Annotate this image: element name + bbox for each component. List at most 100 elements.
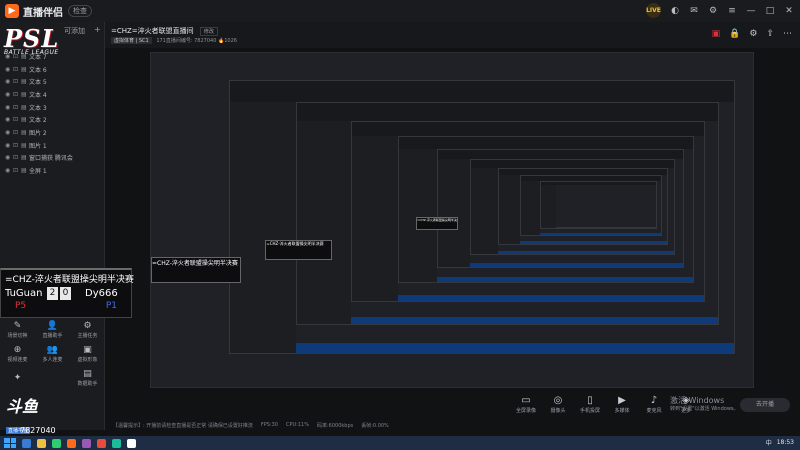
room-title-text: =CHZ=淬火者联盟直播间 bbox=[111, 27, 194, 35]
tool-button[interactable]: ⊕ 视频连麦 bbox=[0, 342, 35, 366]
close-icon[interactable]: ✕ bbox=[784, 6, 794, 16]
app-window: ▶ 直播伴侣 检查 LIVE ◐ ✉ ⚙ ≡ — □ ✕ PSL BATTLE … bbox=[0, 0, 800, 450]
lock-icon[interactable]: 🔒 bbox=[729, 29, 740, 39]
tool-button[interactable]: 👤 直播助手 bbox=[35, 318, 70, 342]
unlock-icon[interactable]: ⊡ bbox=[13, 91, 21, 98]
control-button[interactable]: ♪ 麦克风 bbox=[643, 395, 665, 414]
taskbar-app-icon[interactable] bbox=[22, 438, 31, 448]
unlock-icon[interactable]: ⊡ bbox=[13, 142, 21, 149]
taskbar-app-icon[interactable] bbox=[37, 438, 46, 448]
eye-icon[interactable]: ◉ bbox=[5, 129, 13, 136]
add-source-button[interactable]: + bbox=[94, 25, 101, 34]
taskbar-apps bbox=[22, 438, 136, 448]
nested-head bbox=[540, 181, 656, 186]
nested-blue bbox=[539, 233, 662, 236]
skin-icon[interactable]: ◐ bbox=[670, 6, 680, 16]
eye-icon[interactable]: ◉ bbox=[5, 53, 13, 60]
tool-button[interactable]: ✦ bbox=[0, 366, 35, 390]
unlock-icon[interactable]: ⊡ bbox=[13, 154, 21, 161]
eye-icon[interactable]: ◉ bbox=[5, 78, 13, 85]
eye-icon[interactable]: ◉ bbox=[5, 66, 13, 73]
taskbar-app-icon[interactable] bbox=[67, 438, 76, 448]
room-id: 7827040 bbox=[20, 426, 56, 435]
layer-item[interactable]: ◉ ⊡ ▤ 窗口捕获 腾讯会 bbox=[0, 152, 105, 165]
layer-type-icon: ▤ bbox=[21, 103, 27, 111]
status-item: 【温馨提示】: 开播前请检查直播是否正常 请确保已设置好推流 bbox=[113, 422, 253, 429]
tool-button[interactable]: ✎ 场景切换 bbox=[0, 318, 35, 342]
unlock-icon[interactable]: ⊡ bbox=[13, 104, 21, 111]
layer-item[interactable]: ◉ ⊡ ▤ 文本 2 bbox=[0, 113, 105, 126]
layer-item[interactable]: ◉ ⊡ ▤ 全屏 1 bbox=[0, 164, 105, 177]
control-button[interactable]: ▯ 手机投屏 bbox=[579, 395, 601, 414]
nested-preview-frame bbox=[539, 180, 657, 230]
windows-start-icon[interactable] bbox=[4, 438, 16, 448]
taskbar-app-icon[interactable] bbox=[52, 438, 61, 448]
version-pill[interactable]: 检查 bbox=[68, 5, 92, 17]
eye-icon[interactable]: ◉ bbox=[5, 116, 13, 123]
windows-activation-watermark: 激活 Windows 转到"设置"以激活 Windows。 bbox=[670, 396, 739, 414]
settings-icon[interactable]: ⚙ bbox=[749, 29, 757, 39]
control-button[interactable]: ▭ 全屏录像 bbox=[515, 395, 537, 414]
taskbar-app-icon[interactable] bbox=[82, 438, 91, 448]
edit-title-button[interactable]: 修改 bbox=[199, 27, 218, 36]
layer-label: 文本 3 bbox=[29, 104, 47, 112]
unlock-icon[interactable]: ⊡ bbox=[13, 53, 21, 60]
room-meta: 虚拟体育 | SC1 171直播间编号: 7827040 🔥1026 bbox=[111, 37, 237, 44]
title-bar: ▶ 直播伴侣 检查 LIVE ◐ ✉ ⚙ ≡ — □ ✕ bbox=[0, 0, 800, 22]
layer-type-icon: ▤ bbox=[21, 141, 27, 149]
unlock-icon[interactable]: ⊡ bbox=[13, 66, 21, 73]
unlock-icon[interactable]: ⊡ bbox=[13, 78, 21, 85]
control-button[interactable]: ▶ 多媒体 bbox=[611, 395, 633, 414]
nested-preview-frame bbox=[437, 149, 684, 268]
layer-item[interactable]: ◉ ⊡ ▤ 文本 5 bbox=[0, 75, 105, 88]
tool-button[interactable]: ▣ 虚拟形象 bbox=[70, 342, 105, 366]
layer-item[interactable]: ◉ ⊡ ▤ 文本 3 bbox=[0, 101, 105, 114]
control-button[interactable]: ◎ 摄像头 bbox=[547, 395, 569, 414]
avatar[interactable]: LIVE bbox=[646, 3, 661, 18]
unlock-icon[interactable]: ⊡ bbox=[13, 129, 21, 136]
tool-button[interactable] bbox=[35, 366, 70, 390]
language-indicator[interactable]: 中 bbox=[766, 438, 772, 447]
menu-icon[interactable]: ≡ bbox=[727, 6, 737, 16]
tool-row: ✎ 场景切换 👤 直播助手 ⚙ 主播任务 bbox=[0, 318, 105, 342]
tool-button[interactable]: ⚙ 主播任务 bbox=[70, 318, 105, 342]
stream-preview-canvas[interactable]: =CHZ-淬火者联盟操尖明半决赛 =CHZ-淬火者联盟操尖明半决赛 =CHZ-淬火者… bbox=[150, 52, 754, 388]
app-title: 直播伴侣 bbox=[23, 7, 63, 19]
eye-icon[interactable]: ◉ bbox=[5, 104, 13, 111]
unlock-icon[interactable]: ⊡ bbox=[13, 116, 21, 123]
add-source-label[interactable]: 可添加 bbox=[64, 26, 85, 36]
tool-icon: ▤ bbox=[83, 369, 92, 379]
tool-button[interactable]: 👥 多人连麦 bbox=[35, 342, 70, 366]
app-logo-icon: ▶ bbox=[5, 4, 19, 18]
layer-item[interactable]: ◉ ⊡ ▤ 文本 6 bbox=[0, 63, 105, 76]
pc-icon[interactable]: ▣ bbox=[712, 29, 721, 39]
more-icon[interactable]: ⋯ bbox=[783, 29, 792, 39]
go-live-button[interactable]: 去开播 bbox=[740, 398, 790, 412]
taskbar-app-icon[interactable] bbox=[112, 438, 121, 448]
layer-item[interactable]: ◉ ⊡ ▤ 图片 2 bbox=[0, 126, 105, 139]
unlock-icon[interactable]: ⊡ bbox=[13, 167, 21, 174]
control-icon: ◎ bbox=[553, 395, 563, 406]
layer-item[interactable]: ◉ ⊡ ▤ 文本 7 bbox=[0, 50, 105, 63]
eye-icon[interactable]: ◉ bbox=[5, 142, 13, 149]
clock[interactable]: 18:53 bbox=[777, 439, 794, 446]
eye-icon[interactable]: ◉ bbox=[5, 154, 13, 161]
taskbar-app-icon[interactable] bbox=[97, 438, 106, 448]
eye-icon[interactable]: ◉ bbox=[5, 167, 13, 174]
douyu-logo-main: 斗鱼 bbox=[6, 397, 39, 416]
nested-preview-frame bbox=[520, 174, 663, 237]
message-icon[interactable]: ✉ bbox=[689, 6, 699, 16]
minimize-icon[interactable]: — bbox=[746, 6, 756, 16]
layer-item[interactable]: ◉ ⊡ ▤ 图片 1 bbox=[0, 139, 105, 152]
layer-type-icon: ▤ bbox=[21, 65, 27, 73]
category-pill[interactable]: 虚拟体育 | SC1 bbox=[111, 37, 152, 44]
layer-item[interactable]: ◉ ⊡ ▤ 文本 4 bbox=[0, 88, 105, 101]
maximize-icon[interactable]: □ bbox=[765, 6, 775, 16]
share-icon[interactable]: ⇪ bbox=[766, 29, 774, 39]
tool-button[interactable]: ▤ 数据助手 bbox=[70, 366, 105, 390]
settings-icon[interactable]: ⚙ bbox=[708, 6, 718, 16]
layer-label: 文本 5 bbox=[29, 79, 47, 87]
control-label: 麦克风 bbox=[646, 408, 662, 414]
eye-icon[interactable]: ◉ bbox=[5, 91, 13, 98]
taskbar-app-icon[interactable] bbox=[127, 438, 136, 448]
